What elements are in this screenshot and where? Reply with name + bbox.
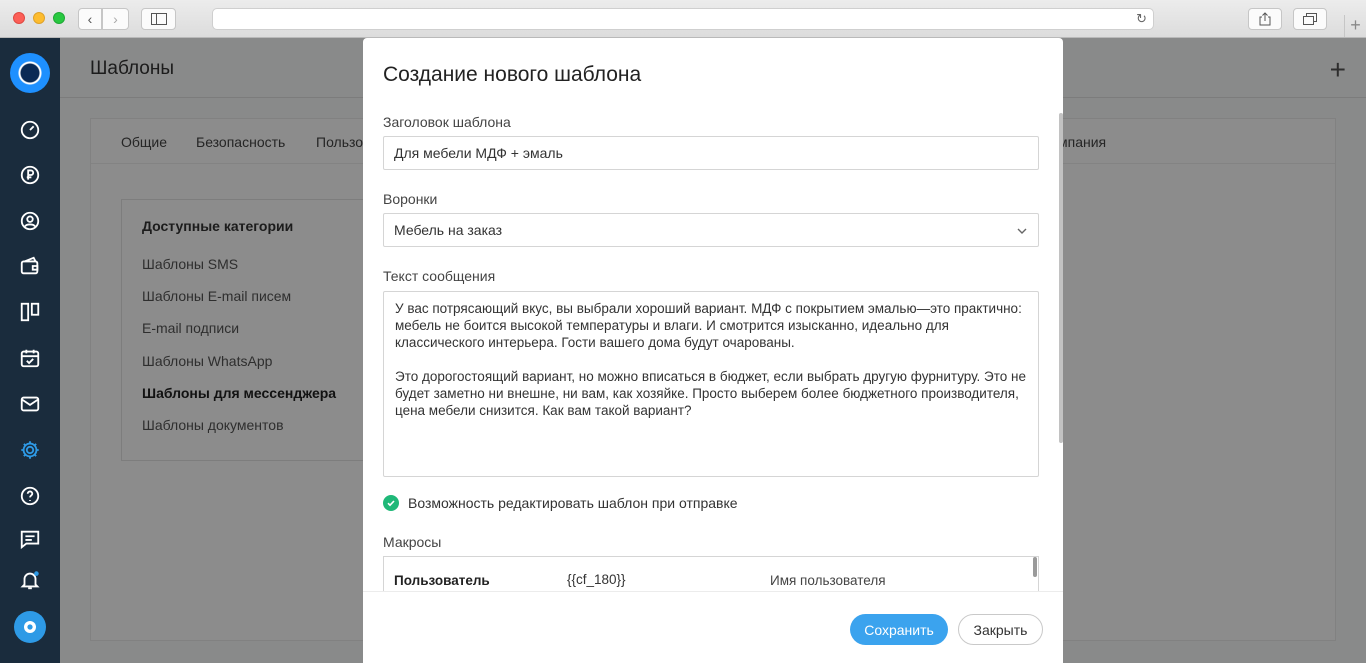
message-label: Текст сообщения bbox=[383, 268, 496, 284]
sidebar-toggle-button[interactable] bbox=[141, 8, 176, 30]
app-logo[interactable] bbox=[10, 53, 50, 93]
create-template-dialog: Создание нового шаблона Заголовок шаблон… bbox=[363, 38, 1063, 663]
share-button[interactable] bbox=[1248, 8, 1282, 30]
chevron-left-icon: ‹ bbox=[87, 11, 93, 27]
macros-scrollbar[interactable] bbox=[1033, 557, 1037, 577]
funnels-label: Воронки bbox=[383, 191, 438, 207]
address-bar[interactable]: ↻ bbox=[212, 8, 1154, 30]
close-window-button[interactable] bbox=[13, 12, 25, 24]
ruble-icon[interactable] bbox=[18, 163, 42, 187]
editable-option[interactable]: Возможность редактировать шаблон при отп… bbox=[383, 495, 738, 511]
chevron-down-icon bbox=[1017, 228, 1027, 234]
help-icon[interactable] bbox=[18, 484, 42, 508]
calendar-icon[interactable] bbox=[18, 346, 42, 370]
sidebar-icon bbox=[150, 13, 167, 25]
wallet-icon[interactable] bbox=[18, 254, 42, 278]
editable-option-label: Возможность редактировать шаблон при отп… bbox=[408, 495, 738, 511]
macro-description: Имя пользователя bbox=[770, 573, 886, 588]
gear-icon[interactable] bbox=[18, 438, 42, 462]
contact-icon[interactable] bbox=[18, 209, 42, 233]
minimize-window-button[interactable] bbox=[33, 12, 45, 24]
back-button[interactable]: ‹ bbox=[78, 8, 102, 30]
messenger-icon[interactable] bbox=[14, 611, 46, 643]
kanban-icon[interactable] bbox=[18, 300, 42, 324]
macros-label: Макросы bbox=[383, 534, 442, 550]
macro-code[interactable]: {{cf_180}} bbox=[567, 572, 626, 587]
share-icon bbox=[1259, 12, 1271, 26]
funnels-select[interactable]: Мебель на заказ bbox=[383, 213, 1039, 247]
funnels-value: Мебель на заказ bbox=[394, 222, 503, 238]
save-button[interactable]: Сохранить bbox=[850, 614, 948, 645]
chevron-right-icon: › bbox=[113, 11, 118, 27]
dashboard-icon[interactable] bbox=[18, 118, 42, 142]
dialog-footer: Сохранить Закрыть bbox=[363, 591, 1063, 663]
new-tab-button[interactable]: + bbox=[1344, 15, 1366, 37]
mail-icon[interactable] bbox=[18, 392, 42, 416]
tabs-icon bbox=[1303, 13, 1317, 25]
browser-toolbar: ‹ › ↻ + bbox=[0, 0, 1366, 38]
message-textarea[interactable]: У вас потрясающий вкус, вы выбрали хорош… bbox=[383, 291, 1039, 477]
template-title-input[interactable]: Для мебели МДФ + эмаль bbox=[383, 136, 1039, 170]
chat-icon[interactable] bbox=[18, 527, 42, 551]
template-title-value: Для мебели МДФ + эмаль bbox=[394, 145, 563, 161]
close-button[interactable]: Закрыть bbox=[958, 614, 1043, 645]
dialog-scrollbar[interactable] bbox=[1059, 113, 1063, 443]
macros-table: Пользователь {{cf_180}} Имя пользователя bbox=[383, 556, 1039, 592]
zoom-window-button[interactable] bbox=[53, 12, 65, 24]
checkmark-icon[interactable] bbox=[383, 495, 399, 511]
forward-button[interactable]: › bbox=[102, 8, 129, 30]
app-sidebar bbox=[0, 38, 60, 663]
template-title-label: Заголовок шаблона bbox=[383, 114, 511, 130]
bell-icon[interactable] bbox=[18, 568, 42, 592]
tabs-overview-button[interactable] bbox=[1293, 8, 1327, 30]
macro-name: Пользователь bbox=[394, 573, 490, 588]
dialog-title: Создание нового шаблона bbox=[383, 63, 642, 86]
reload-icon[interactable]: ↻ bbox=[1136, 11, 1147, 27]
